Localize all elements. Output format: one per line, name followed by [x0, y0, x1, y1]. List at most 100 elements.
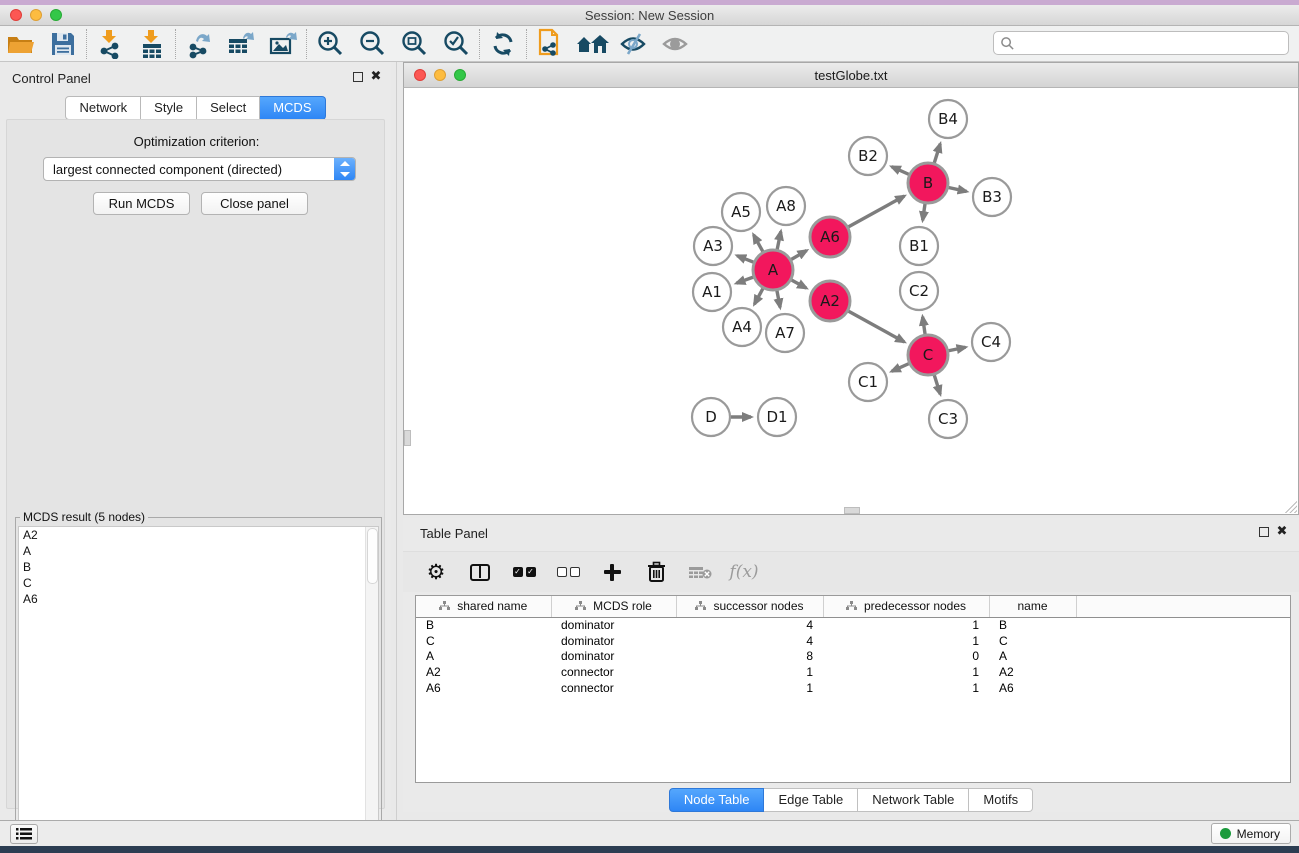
export-network-button[interactable] — [178, 27, 220, 61]
graph-edge[interactable] — [754, 288, 763, 304]
zoom-out-button[interactable] — [351, 27, 393, 61]
run-mcds-button[interactable]: Run MCDS — [93, 192, 190, 215]
network-from-selection-button[interactable] — [529, 27, 571, 61]
delete-row-button[interactable] — [641, 557, 671, 587]
graph-edge[interactable] — [934, 375, 940, 394]
graph-node-A4[interactable]: A4 — [723, 308, 761, 346]
panel-splitter[interactable] — [396, 62, 397, 820]
col-shared-name[interactable]: shared name — [416, 596, 551, 617]
column-manager-button[interactable] — [465, 557, 495, 587]
save-session-button[interactable] — [42, 27, 84, 61]
graph-edge[interactable] — [777, 291, 780, 308]
col-successor-nodes[interactable]: successor nodes — [676, 596, 823, 617]
graph-node-B1[interactable]: B1 — [900, 227, 938, 265]
table-row[interactable]: Bdominator41B — [416, 617, 1290, 633]
scrollbar-thumb[interactable] — [367, 528, 378, 584]
show-network-home-button[interactable] — [571, 27, 613, 61]
apply-layout-button[interactable] — [482, 27, 524, 61]
graph-edge[interactable] — [777, 231, 781, 249]
memory-button[interactable]: Memory — [1211, 823, 1291, 844]
fit-content-button[interactable] — [393, 27, 435, 61]
deselect-all-button[interactable] — [553, 557, 583, 587]
view-left-handle[interactable] — [404, 430, 411, 446]
result-scrollbar[interactable] — [365, 527, 378, 851]
tab-node-table[interactable]: Node Table — [669, 788, 765, 812]
mcds-result-item[interactable]: A6 — [19, 591, 378, 607]
close-panel-button[interactable]: Close panel — [201, 192, 308, 215]
zoom-selected-button[interactable] — [435, 27, 477, 61]
show-graphics-details-button[interactable] — [655, 27, 697, 61]
col-mcds-role[interactable]: MCDS role — [551, 596, 676, 617]
graph-node-A7[interactable]: A7 — [766, 314, 804, 352]
graph-edge[interactable] — [923, 204, 925, 220]
table-row[interactable]: Adominator80A — [416, 648, 1290, 664]
graph-node-A[interactable]: A — [753, 250, 793, 290]
table-row[interactable]: A6connector11A6 — [416, 680, 1290, 696]
close-table-panel-icon[interactable]: ✖ — [1275, 525, 1289, 538]
graph-node-A5[interactable]: A5 — [722, 193, 760, 231]
function-builder-button[interactable]: f(x) — [729, 557, 759, 587]
graph-edge[interactable] — [892, 167, 909, 175]
mcds-result-item[interactable]: A — [19, 543, 378, 559]
import-table-button[interactable] — [131, 27, 173, 61]
graph-edge[interactable] — [791, 280, 806, 288]
search-input[interactable] — [1015, 36, 1288, 51]
graph-edge[interactable] — [848, 196, 904, 227]
export-image-button[interactable] — [262, 27, 304, 61]
graph-node-A8[interactable]: A8 — [767, 187, 805, 225]
col-name[interactable]: name — [989, 596, 1076, 617]
graph-node-C4[interactable]: C4 — [972, 323, 1010, 361]
import-network-button[interactable] — [89, 27, 131, 61]
graph-node-A3[interactable]: A3 — [694, 227, 732, 265]
select-all-button[interactable]: ✓✓ — [509, 557, 539, 587]
show-tasks-button[interactable] — [10, 824, 38, 844]
mcds-result-item[interactable]: A2 — [19, 527, 378, 543]
tab-network[interactable]: Network — [65, 96, 141, 120]
graph-node-C1[interactable]: C1 — [849, 363, 887, 401]
mcds-result-item[interactable]: B — [19, 559, 378, 575]
graph-edge[interactable] — [737, 256, 753, 263]
graph-edge[interactable] — [736, 277, 753, 283]
graph-edge[interactable] — [754, 235, 763, 252]
graph-edge[interactable] — [848, 311, 904, 342]
graph-node-A1[interactable]: A1 — [693, 273, 731, 311]
tab-edge-table[interactable]: Edge Table — [764, 788, 858, 812]
zoom-in-button[interactable] — [309, 27, 351, 61]
export-table-button[interactable] — [220, 27, 262, 61]
table-row[interactable]: Cdominator41C — [416, 633, 1290, 649]
tab-network-table[interactable]: Network Table — [858, 788, 969, 812]
graph-node-B2[interactable]: B2 — [849, 137, 887, 175]
network-canvas[interactable]: A A1 A2 A3 A4 A5 A6 A7 A8 B B1 B2 B3 B4 C C1 C2 C3 C4 D D1 — [403, 88, 1299, 515]
tab-select[interactable]: Select — [197, 96, 260, 120]
graph-node-D[interactable]: D — [692, 398, 730, 436]
graph-edge[interactable] — [949, 347, 966, 351]
table-row[interactable]: A2connector11A2 — [416, 664, 1290, 680]
col-predecessor-nodes[interactable]: predecessor nodes — [823, 596, 989, 617]
graph-node-D1[interactable]: D1 — [758, 398, 796, 436]
graph-edge[interactable] — [791, 251, 806, 260]
open-file-button[interactable] — [0, 27, 42, 61]
graph-edge[interactable] — [923, 317, 925, 334]
graph-node-B3[interactable]: B3 — [973, 178, 1011, 216]
float-panel-icon[interactable] — [353, 72, 363, 82]
graph-node-B4[interactable]: B4 — [929, 100, 967, 138]
hide-graphics-details-button[interactable] — [613, 27, 655, 61]
graph-node-A6[interactable]: A6 — [810, 217, 850, 257]
tab-style[interactable]: Style — [141, 96, 197, 120]
tab-mcds[interactable]: MCDS — [260, 96, 325, 120]
graph-node-A2[interactable]: A2 — [810, 281, 850, 321]
delete-table-button[interactable] — [685, 557, 715, 587]
add-row-button[interactable] — [597, 557, 627, 587]
tab-motifs[interactable]: Motifs — [969, 788, 1033, 812]
graph-edge[interactable] — [949, 187, 967, 191]
view-resize-grip[interactable] — [1285, 501, 1297, 513]
close-panel-icon[interactable]: ✖ — [369, 70, 383, 83]
mcds-result-item[interactable]: C — [19, 575, 378, 591]
graph-node-B[interactable]: B — [908, 163, 948, 203]
graph-node-C2[interactable]: C2 — [900, 272, 938, 310]
graph-node-C[interactable]: C — [908, 335, 948, 375]
view-bottom-handle[interactable] — [844, 507, 860, 514]
graph-edge[interactable] — [934, 144, 940, 163]
graph-node-C3[interactable]: C3 — [929, 400, 967, 438]
criterion-select[interactable]: largest connected component (directed) — [43, 157, 356, 181]
